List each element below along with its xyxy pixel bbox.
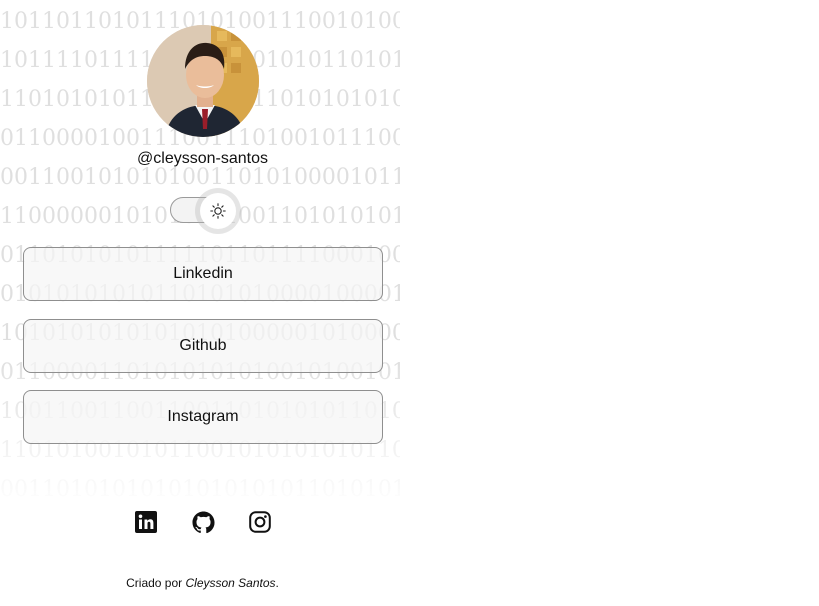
link-button-label: Linkedin bbox=[173, 265, 233, 282]
footer-author: Cleysson Santos bbox=[185, 576, 276, 590]
instagram-link-button[interactable]: Instagram bbox=[23, 390, 383, 444]
linkedin-link-button[interactable]: Linkedin bbox=[23, 247, 383, 301]
github-icon-link[interactable] bbox=[191, 510, 215, 534]
footer-credit: Criado por Cleysson Santos. bbox=[0, 576, 405, 590]
footer-suffix: . bbox=[275, 576, 279, 590]
github-icon bbox=[191, 510, 215, 533]
link-button-label: Github bbox=[179, 337, 227, 354]
sun-icon bbox=[210, 203, 226, 219]
avatar-photo bbox=[147, 25, 259, 137]
linkedin-icon-link[interactable] bbox=[134, 510, 158, 534]
theme-toggle[interactable] bbox=[200, 193, 236, 229]
linkedin-icon bbox=[135, 511, 157, 533]
avatar bbox=[147, 25, 259, 137]
profile-column: @cleysson-santos Linkedin Github Instagr… bbox=[0, 0, 405, 606]
username: @cleysson-santos bbox=[137, 150, 268, 167]
link-button-label: Instagram bbox=[167, 408, 239, 425]
instagram-icon bbox=[249, 511, 271, 533]
instagram-icon-link[interactable] bbox=[248, 510, 272, 534]
footer-prefix: Criado por bbox=[126, 576, 186, 590]
github-link-button[interactable]: Github bbox=[23, 319, 383, 373]
